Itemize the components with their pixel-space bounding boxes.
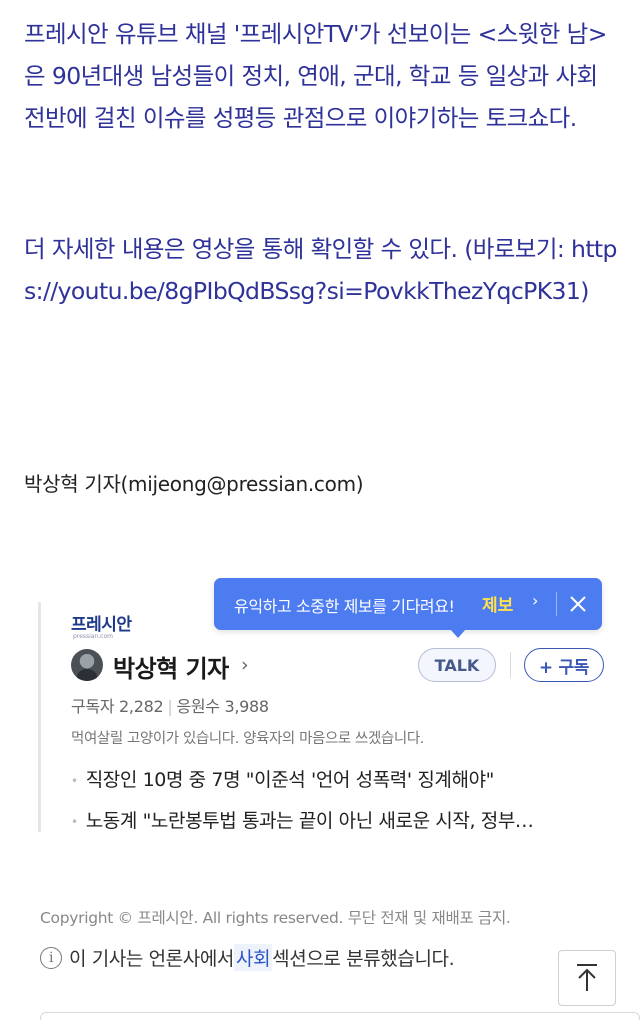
press-logo[interactable]: 프레시안 pressian.com bbox=[71, 610, 132, 640]
bullet-icon: • bbox=[71, 773, 78, 788]
next-section-edge bbox=[40, 1012, 640, 1020]
divider bbox=[556, 592, 557, 616]
cheer-count: 응원수 3,988 bbox=[176, 697, 269, 716]
close-icon[interactable] bbox=[564, 590, 592, 618]
talk-button[interactable]: TALK bbox=[418, 648, 496, 682]
reporter-name[interactable]: 박상혁 기자 bbox=[113, 649, 229, 684]
article-paragraph: 프레시안 유튜브 채널 '프레시안TV'가 선보이는 <스윗한 남>은 90년대… bbox=[24, 20, 607, 132]
section-note-prefix: 이 기사는 언론사에서 bbox=[69, 948, 234, 970]
report-link[interactable]: 제보 bbox=[482, 591, 513, 616]
news-title: 노동계 "노란봉투법 통과는 끝이 아닌 새로운 시작, 정부… bbox=[85, 810, 534, 832]
article-paragraph-video-link[interactable]: 더 자세한 내용은 영상을 통해 확인할 수 있다. (바로보기: https:… bbox=[24, 228, 624, 312]
section-link[interactable]: 사회 bbox=[234, 944, 273, 971]
arrow-up-icon bbox=[577, 964, 597, 991]
reporter-stats: 구독자 2,282 | 응원수 3,988 bbox=[71, 693, 269, 717]
reporter-news-item[interactable]: • 직장인 10명 중 7명 "이준석 '언어 성폭력' 징계해야" bbox=[71, 765, 601, 792]
press-logo-text: 프레시안 bbox=[71, 615, 132, 635]
report-tooltip: 유익하고 소중한 제보를 기다려요! 제보 › bbox=[214, 578, 602, 638]
scroll-to-top-button[interactable] bbox=[558, 950, 616, 1006]
tooltip-message: 유익하고 소중한 제보를 기다려요! bbox=[234, 597, 455, 616]
bullet-icon: • bbox=[71, 814, 78, 829]
subscriber-count: 구독자 2,282 bbox=[71, 697, 164, 716]
separator: | bbox=[167, 697, 173, 716]
divider bbox=[510, 652, 511, 678]
chevron-right-icon[interactable]: › bbox=[241, 654, 249, 676]
news-title: 직장인 10명 중 7명 "이준석 '언어 성폭력' 징계해야" bbox=[85, 769, 495, 791]
article-page: 프레시안 유튜브 채널 '프레시안TV'가 선보이는 <스윗한 남>은 90년대… bbox=[0, 0, 640, 1020]
section-note-suffix: 섹션으로 분류했습니다. bbox=[272, 948, 455, 970]
subscribe-button[interactable]: + 구독 bbox=[524, 648, 604, 682]
reporter-avatar[interactable] bbox=[71, 649, 103, 681]
reporter-news-item[interactable]: • 노동계 "노란봉투법 통과는 끝이 아닌 새로운 시작, 정부… bbox=[71, 806, 601, 833]
copyright-text: Copyright © 프레시안. All rights reserved. 무… bbox=[40, 909, 511, 927]
reporter-card: 프레시안 pressian.com 박상혁 기자 › TALK + 구독 구독자… bbox=[38, 602, 604, 833]
section-note: i 이 기사는 언론사에서 사회 섹션으로 분류했습니다. bbox=[40, 944, 455, 971]
info-icon: i bbox=[40, 946, 62, 969]
chevron-right-icon[interactable]: › bbox=[532, 591, 538, 610]
reporter-bio: 먹여살릴 고양이가 있습니다. 양육자의 마음으로 쓰겠습니다. bbox=[71, 731, 424, 747]
reporter-byline: 박상혁 기자(mijeong@pressian.com) bbox=[24, 472, 364, 496]
